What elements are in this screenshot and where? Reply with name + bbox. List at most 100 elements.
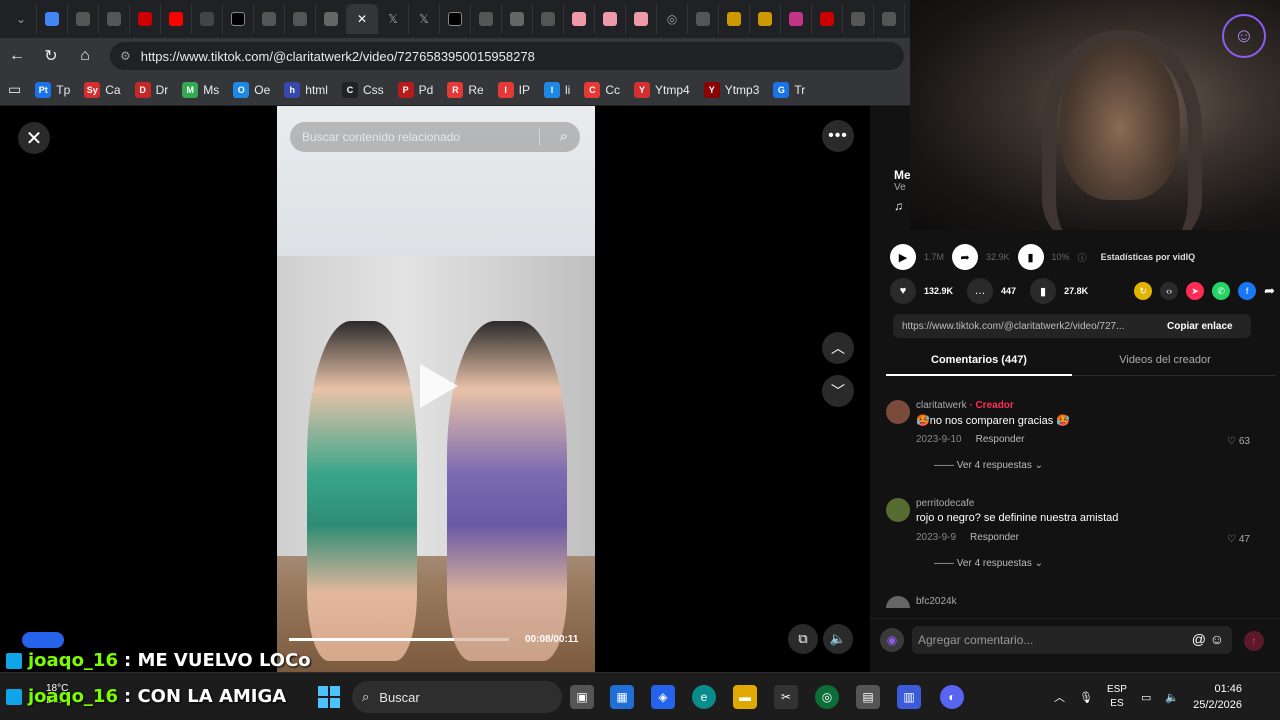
picture-in-picture-button[interactable]: ⧉: [788, 624, 818, 654]
tab[interactable]: [595, 4, 626, 34]
tab[interactable]: [316, 4, 347, 34]
tab[interactable]: [564, 4, 595, 34]
tab[interactable]: [502, 4, 533, 34]
tab[interactable]: [68, 4, 99, 34]
bookmark-item[interactable]: Sy Ca: [84, 81, 121, 98]
comment-input[interactable]: Agregar comentario...: [912, 626, 1232, 654]
comment-icon[interactable]: …: [967, 278, 994, 304]
bookmark-item[interactable]: Y Ytmp3: [703, 81, 759, 98]
tab[interactable]: [471, 4, 502, 34]
tab[interactable]: [285, 4, 316, 34]
tab[interactable]: [130, 4, 161, 34]
facebook-icon[interactable]: f: [1238, 282, 1257, 300]
discord-icon[interactable]: ◐: [940, 685, 964, 709]
bookmark-item[interactable]: R Re: [447, 81, 484, 98]
start-button[interactable]: [318, 686, 340, 708]
copy-link-button[interactable]: Copiar enlace: [1159, 321, 1233, 332]
avatar[interactable]: [886, 498, 910, 522]
comment-like[interactable]: ♡ 47: [1227, 534, 1250, 545]
author-name[interactable]: Me: [894, 168, 911, 182]
tab[interactable]: [37, 4, 68, 34]
send-icon[interactable]: ↑: [1244, 631, 1264, 651]
tab[interactable]: [626, 4, 657, 34]
like-heart-icon[interactable]: ♥: [890, 278, 916, 304]
capcut-icon[interactable]: ✂: [774, 685, 798, 709]
whatsapp-icon[interactable]: ✆: [1212, 282, 1231, 300]
volume-icon[interactable]: 🔈: [1165, 691, 1179, 704]
tab-comments[interactable]: Comentarios (447): [886, 346, 1072, 376]
bookmark-item[interactable]: I IP: [497, 81, 530, 98]
avatar[interactable]: [886, 596, 910, 608]
chevron-up-icon[interactable]: ︿: [1054, 689, 1065, 705]
task-view-icon[interactable]: ▣: [570, 685, 594, 709]
video-progress-bar[interactable]: [289, 638, 509, 641]
bookmark-item[interactable]: M Ms: [182, 81, 219, 98]
bookmark-item[interactable]: P Pd: [397, 81, 433, 98]
back-arrow-icon[interactable]: ←: [0, 39, 34, 73]
info-icon[interactable]: ⓘ: [1078, 251, 1087, 264]
reply-button[interactable]: Responder: [970, 532, 1019, 543]
bookmark-item[interactable]: Pt Tp: [35, 81, 70, 98]
bookmark-item[interactable]: C Cc: [584, 81, 620, 98]
language-indicator[interactable]: ESP ES: [1107, 683, 1127, 711]
video-link[interactable]: https://www.tiktok.com/@claritatwerk2/vi…: [893, 321, 1159, 332]
comment-username[interactable]: perritodecafe: [916, 498, 974, 509]
search-icon[interactable]: ⌕: [560, 128, 568, 145]
tab[interactable]: [843, 4, 874, 34]
bookmark-item[interactable]: Y Ytmp4: [634, 81, 690, 98]
repost-icon[interactable]: ↻: [1134, 282, 1153, 300]
edge-icon[interactable]: e: [692, 685, 716, 709]
tab[interactable]: [812, 4, 843, 34]
tab[interactable]: [719, 4, 750, 34]
bookmark-item[interactable]: O Oe: [233, 81, 270, 98]
view-replies-button[interactable]: —— Ver 4 respuestas ⌄: [934, 558, 1043, 569]
embed-icon[interactable]: ‹›: [1160, 282, 1179, 300]
site-info-icon[interactable]: ⚙: [120, 49, 131, 63]
avatar[interactable]: [886, 400, 910, 424]
tab[interactable]: 𝕏: [378, 4, 409, 34]
app-icon[interactable]: ◈: [651, 685, 675, 709]
store-icon[interactable]: ▦: [610, 685, 634, 709]
reply-button[interactable]: Responder: [976, 434, 1025, 445]
previous-video-button[interactable]: ︿: [822, 332, 854, 364]
tab[interactable]: [192, 4, 223, 34]
bookmark-item[interactable]: D Dr: [134, 81, 168, 98]
next-video-button[interactable]: ﹀: [822, 375, 854, 407]
app-grid-icon[interactable]: ▤: [856, 685, 880, 709]
video-player[interactable]: Buscar contenido relacionado ⌕ 00:08/00:…: [277, 106, 595, 672]
url-field[interactable]: ⚙ https://www.tiktok.com/@claritatwerk2/…: [110, 42, 904, 70]
share-arrow-icon[interactable]: ➦: [1264, 283, 1275, 299]
tab-list-button[interactable]: ⌄: [6, 4, 37, 34]
file-explorer-icon[interactable]: ▬: [733, 685, 757, 709]
bookmark-item[interactable]: l li: [544, 81, 570, 98]
emoji-icon[interactable]: ☺: [1210, 631, 1224, 647]
close-button[interactable]: ✕: [18, 122, 50, 154]
tab[interactable]: [533, 4, 564, 34]
bookmark-item[interactable]: h html: [284, 81, 328, 98]
related-search-input[interactable]: Buscar contenido relacionado ⌕: [290, 122, 580, 152]
bookmark-icon[interactable]: ▮: [1030, 278, 1057, 304]
clock[interactable]: 01:46 25/2/2026: [1193, 681, 1242, 713]
tab[interactable]: [781, 4, 812, 34]
comment-like[interactable]: ♡ 63: [1227, 436, 1250, 447]
apps-icon[interactable]: ▭: [8, 81, 21, 98]
home-icon[interactable]: ⌂: [68, 39, 102, 73]
comment-username[interactable]: claritatwerk · Creador: [916, 400, 1014, 411]
tab-active-close-icon[interactable]: ✕: [347, 4, 378, 34]
more-options-button[interactable]: •••: [822, 120, 854, 152]
microphone-icon[interactable]: 🎙: [1079, 691, 1093, 704]
view-replies-button[interactable]: —— Ver 4 respuestas ⌄: [934, 460, 1043, 471]
app-icon[interactable]: ▥: [897, 685, 921, 709]
tab[interactable]: [688, 4, 719, 34]
tab[interactable]: [99, 4, 130, 34]
volume-button[interactable]: 🔈: [823, 624, 853, 654]
send-to-friends-icon[interactable]: ➤: [1186, 282, 1205, 300]
mention-icon[interactable]: @: [1192, 631, 1206, 647]
taskbar-search[interactable]: ⌕ Buscar: [352, 681, 562, 713]
bookmark-item[interactable]: C Css: [341, 81, 384, 98]
tab[interactable]: [750, 4, 781, 34]
tab-creator-videos[interactable]: Videos del creador: [1072, 346, 1258, 376]
tab[interactable]: [223, 4, 254, 34]
tab[interactable]: [161, 4, 192, 34]
bookmark-item[interactable]: G Tr: [773, 81, 805, 98]
